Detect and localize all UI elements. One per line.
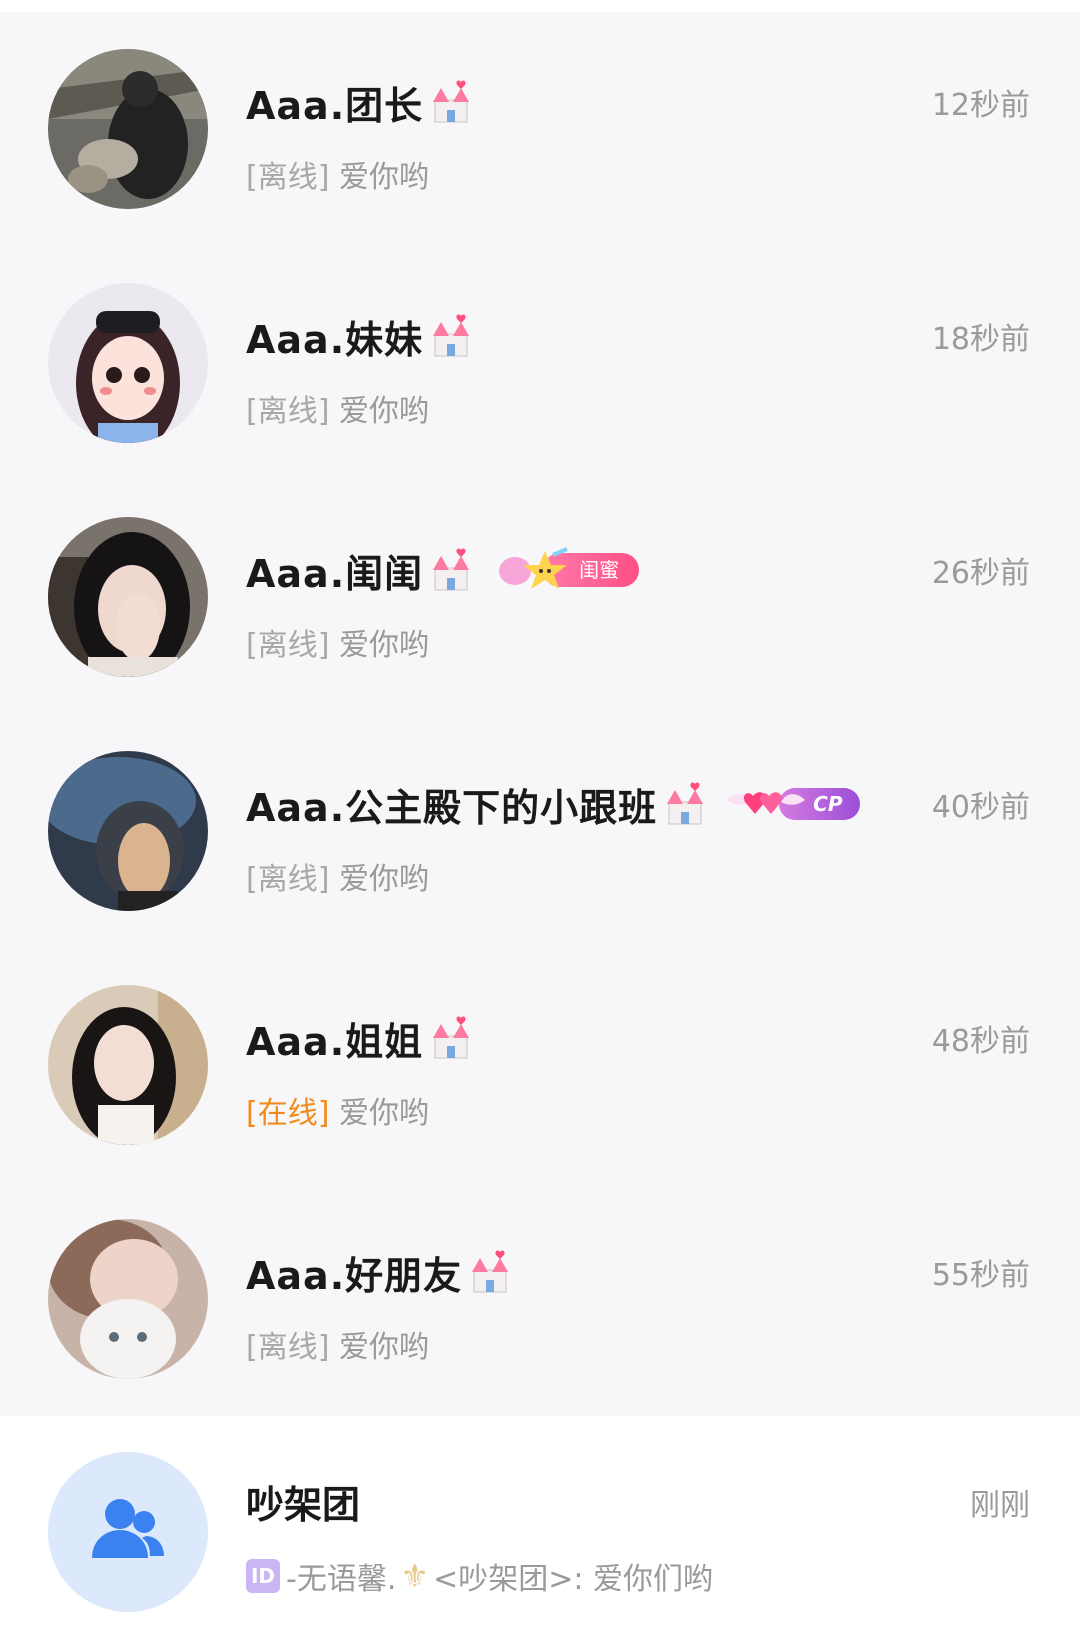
fleur-de-lis-icon: ⚜ (400, 1557, 430, 1595)
castle-icon (433, 314, 470, 357)
last-message: [离线] 爱你哟 (246, 620, 429, 664)
name-line: Aaa.好朋友 (246, 1242, 514, 1302)
avatar[interactable] (48, 1219, 208, 1379)
star-icon (499, 547, 568, 589)
id-icon: ID (246, 1559, 280, 1593)
last-message: [离线] 爱你哟 (246, 386, 429, 430)
sender-name: -无语馨. (286, 1562, 397, 1597)
timestamp: 55秒前 (931, 1258, 1030, 1293)
group-people-icon (92, 1499, 164, 1558)
timestamp: 18秒前 (931, 322, 1030, 357)
chat-row[interactable]: Aaa.妹妹 18秒前 [离线] 爱你哟 (0, 246, 1080, 480)
message-text: 爱你哟 (338, 394, 429, 429)
contact-name: Aaa.闺闺 (246, 551, 424, 596)
last-message: [在线] 爱你哟 (246, 1088, 429, 1132)
contact-name: Aaa.公主殿下的小跟班 (246, 785, 658, 830)
name-line: Aaa.公主殿下的小跟班 CP (246, 774, 861, 834)
timestamp: 48秒前 (931, 1024, 1030, 1059)
relation-badge-cp: CP (723, 782, 861, 826)
group-name: 吵架团 (246, 1483, 361, 1527)
avatar[interactable] (48, 517, 208, 677)
message-text: 爱你哟 (338, 1096, 429, 1131)
timestamp: 12秒前 (931, 88, 1030, 123)
winged-hearts-icon (727, 792, 806, 814)
relation-badge-guimi: 闺蜜 (493, 547, 640, 589)
presence-status: [在线] (246, 1096, 330, 1131)
presence-status: [离线] (246, 1330, 330, 1365)
contact-name: Aaa.团长 (246, 83, 424, 128)
chat-row[interactable]: Aaa.闺闺 闺蜜 26秒前 [离线] 爱你哟 (0, 480, 1080, 714)
group-chat-row[interactable]: 吵架团 刚刚 ID -无语馨. ⚜ <吵架团>: 爱你们哟 (0, 1416, 1080, 1637)
message-text: 爱你哟 (338, 160, 429, 195)
castle-icon (433, 1016, 470, 1059)
name-line: Aaa.闺闺 闺蜜 (246, 540, 640, 600)
presence-status: [离线] (246, 862, 330, 897)
timestamp: 40秒前 (931, 790, 1030, 825)
contact-name: Aaa.姐姐 (246, 1019, 424, 1064)
avatar-image (48, 1219, 208, 1379)
top-strip (0, 0, 1080, 12)
presence-status: [离线] (246, 160, 330, 195)
name-line: Aaa.团长 (246, 72, 475, 132)
timestamp: 26秒前 (931, 556, 1030, 591)
chat-row[interactable]: Aaa.姐姐 48秒前 [在线] 爱你哟 (0, 948, 1080, 1182)
castle-icon (472, 1250, 509, 1293)
last-message: ID -无语馨. ⚜ <吵架团>: 爱你们哟 (246, 1554, 713, 1598)
avatar[interactable] (48, 985, 208, 1145)
message-text: 爱你哟 (338, 862, 429, 897)
chat-row[interactable]: Aaa.团长 12秒前 [离线] 爱你哟 (0, 12, 1080, 246)
message-text: <吵架团>: 爱你们哟 (433, 1562, 713, 1597)
last-message: [离线] 爱你哟 (246, 152, 429, 196)
chat-row[interactable]: Aaa.好朋友 55秒前 [离线] 爱你哟 (0, 1182, 1080, 1416)
avatar-image (48, 985, 208, 1145)
avatar-image (48, 49, 208, 209)
castle-icon (433, 80, 470, 123)
avatar-image (48, 751, 208, 911)
name-line: Aaa.妹妹 (246, 306, 475, 366)
avatar[interactable] (48, 751, 208, 911)
group-avatar[interactable] (48, 1452, 208, 1612)
last-message: [离线] 爱你哟 (246, 854, 429, 898)
message-text: 爱你哟 (338, 1330, 429, 1365)
avatar-image (48, 283, 208, 443)
avatar-image (48, 517, 208, 677)
contact-name: Aaa.好朋友 (246, 1253, 463, 1298)
castle-icon (667, 782, 704, 825)
presence-status: [离线] (246, 628, 330, 663)
chat-list-page: Aaa.团长 12秒前 [离线] 爱你哟 Aaa.妹妹 18秒前 [离线] 爱你… (0, 0, 1080, 1637)
last-message: [离线] 爱你哟 (246, 1322, 429, 1366)
avatar[interactable] (48, 283, 208, 443)
castle-icon (433, 548, 470, 591)
presence-status: [离线] (246, 394, 330, 429)
message-text: 爱你哟 (338, 628, 429, 663)
contact-name: Aaa.妹妹 (246, 317, 424, 362)
name-line: Aaa.姐姐 (246, 1008, 475, 1068)
chat-list: Aaa.团长 12秒前 [离线] 爱你哟 Aaa.妹妹 18秒前 [离线] 爱你… (0, 12, 1080, 1416)
avatar[interactable] (48, 49, 208, 209)
timestamp: 刚刚 (970, 1488, 1030, 1523)
chat-row[interactable]: Aaa.公主殿下的小跟班 CP 40秒前 [离线] 爱你哟 (0, 714, 1080, 948)
